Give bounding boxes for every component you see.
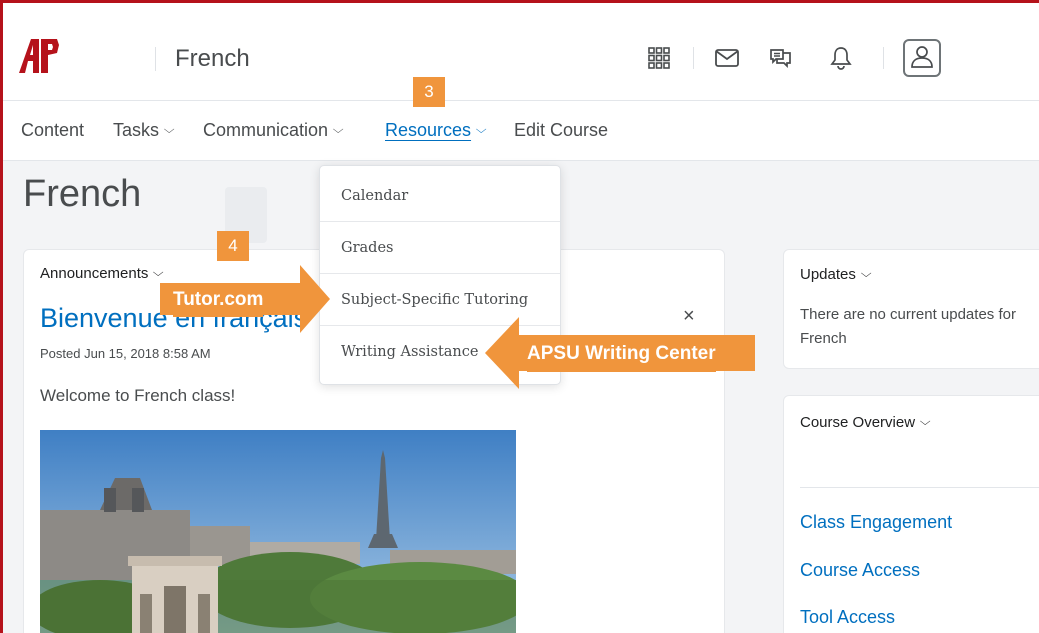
waffle-icon[interactable] — [645, 44, 673, 72]
course-access-link[interactable]: Course Access — [800, 560, 920, 581]
nav-item-label: Communication — [203, 120, 329, 140]
course-title[interactable]: French — [175, 45, 250, 73]
course-overview-heading[interactable]: Course Overview ⌵ — [800, 414, 931, 431]
updates-text: There are no current updates for French — [800, 306, 1016, 347]
nav-item-label: Edit Course — [514, 120, 609, 140]
chevron-down-icon: ⌵ — [475, 124, 487, 136]
step-badge-3: 3 — [413, 77, 445, 107]
nav-item-content[interactable]: Content — [21, 120, 84, 141]
announcement-body: Welcome to French class! — [40, 386, 236, 405]
avatar[interactable] — [903, 39, 941, 77]
course-overview-heading-label: Course Overview — [800, 414, 916, 431]
writing-center-callout-label: APSU Writing Center — [527, 336, 716, 372]
nav-item-label: Tasks — [113, 120, 160, 140]
apsu-logo[interactable] — [17, 35, 61, 75]
top-header: French — [3, 3, 1039, 101]
app-frame: French Content Tasks ⌵ Communication ⌵ R… — [0, 0, 1039, 633]
class-engagement-link[interactable]: Class Engagement — [800, 512, 952, 533]
page-title: French — [23, 173, 142, 215]
tutor-callout-label: Tutor.com — [173, 283, 264, 317]
chevron-down-icon: ⌵ — [332, 124, 344, 136]
chevron-down-icon: ⌵ — [860, 268, 872, 280]
chevron-down-icon: ⌵ — [163, 124, 175, 136]
updates-heading[interactable]: Updates ⌵ — [800, 266, 872, 283]
mail-icon[interactable] — [713, 44, 741, 72]
header-separator — [155, 47, 156, 71]
chat-icon[interactable] — [767, 44, 795, 72]
updates-heading-label: Updates — [800, 266, 856, 283]
chevron-down-icon: ⌵ — [919, 416, 931, 428]
bell-icon[interactable] — [827, 44, 855, 72]
course-navbar: Content Tasks ⌵ Communication ⌵ Resource… — [3, 101, 1039, 161]
nav-item-label: Resources — [385, 120, 472, 140]
header-separator — [693, 47, 694, 69]
nav-item-label: Content — [21, 120, 85, 140]
announcements-heading[interactable]: Announcements ⌵ — [40, 265, 164, 282]
dropdown-item-grades[interactable]: Grades — [320, 222, 560, 274]
nav-item-communication[interactable]: Communication ⌵ — [203, 120, 344, 141]
header-separator — [883, 47, 884, 69]
announcement-image — [40, 430, 516, 633]
avatar-icon — [909, 43, 935, 74]
tool-access-link[interactable]: Tool Access — [800, 607, 895, 628]
nav-item-resources[interactable]: Resources ⌵ — [385, 120, 487, 141]
announcements-heading-label: Announcements — [40, 265, 149, 282]
step-badge-4: 4 — [217, 231, 249, 261]
nav-item-tasks[interactable]: Tasks ⌵ — [113, 120, 175, 141]
nav-item-edit-course[interactable]: Edit Course — [514, 120, 608, 141]
dropdown-item-calendar[interactable]: Calendar — [320, 170, 560, 222]
divider — [800, 487, 1039, 488]
posted-date: Posted Jun 15, 2018 8:58 AM — [40, 346, 211, 361]
